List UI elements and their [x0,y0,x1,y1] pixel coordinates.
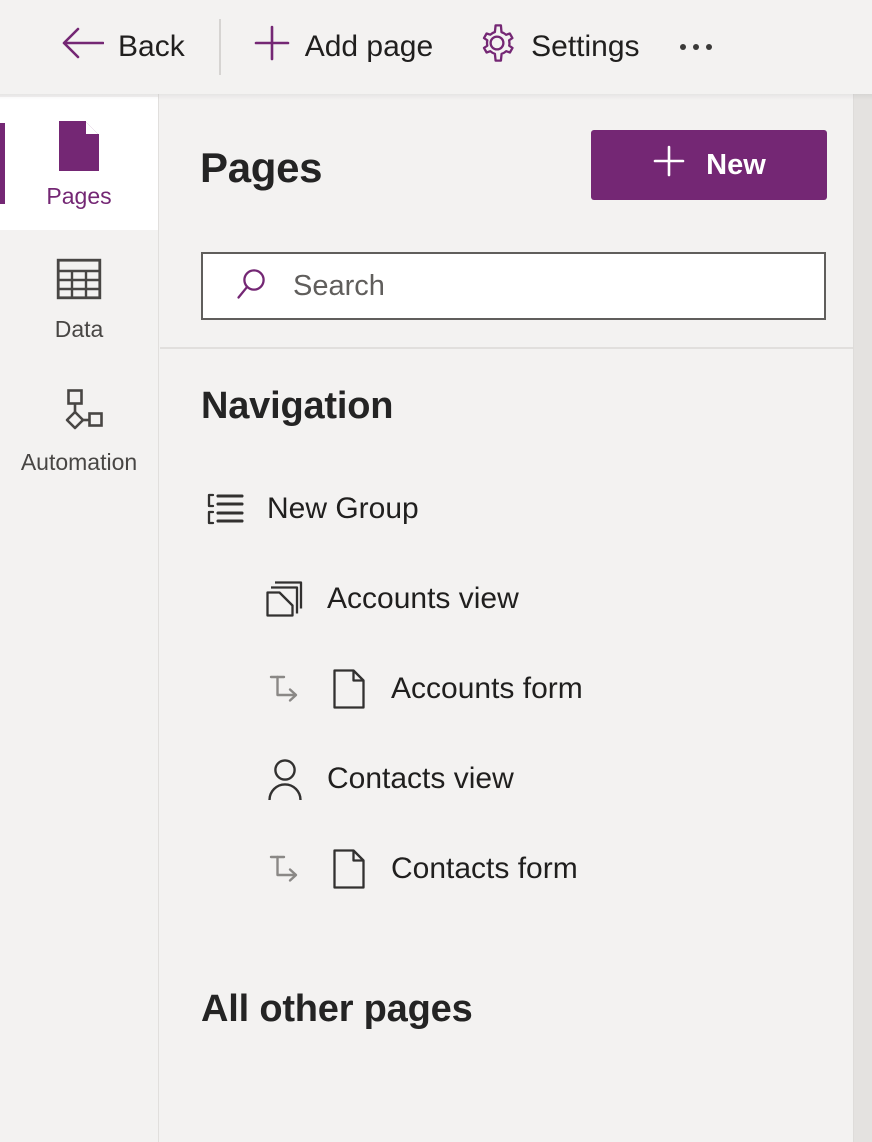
pages-pane: Pages New Navigation [160,94,872,1142]
tree-item-label: Accounts view [327,582,519,615]
sidebar-item-label: Automation [20,449,138,475]
search-box[interactable] [201,252,826,320]
sidebar-item-label: Pages [46,183,112,209]
arrow-left-icon [60,26,105,68]
add-page-button[interactable]: Add page [245,18,441,76]
document-icon [327,848,371,890]
ellipsis-icon [692,44,699,50]
vertical-scrollbar[interactable] [853,94,872,1142]
sub-level-arrow-icon [263,673,307,705]
page-icon [56,119,102,173]
back-button[interactable]: Back [52,20,193,74]
toolbar-separator [218,19,221,75]
navigation-section: Navigation New Group Accounts view Accou… [160,349,872,914]
navigation-heading: Navigation [201,385,394,427]
all-other-pages-section: All other pages [160,914,872,1031]
tree-item-contacts-view[interactable]: Contacts view [201,734,872,824]
sidebar-item-pages[interactable]: Pages [0,97,158,230]
flow-icon [54,385,104,439]
tree-item-label: Accounts form [391,672,583,705]
search-input[interactable] [293,269,773,303]
search-icon [235,267,269,306]
plus-icon [652,144,686,186]
contact-person-icon [263,758,307,800]
sub-level-arrow-icon [263,853,307,885]
tree-item-accounts-view[interactable]: Accounts view [201,554,872,644]
navigation-tree: New Group Accounts view Accounts form Co… [201,464,872,914]
all-other-pages-heading: All other pages [201,988,473,1030]
tree-item-label: Contacts form [391,852,578,885]
pages-header: Pages New [160,94,872,349]
tree-item-accounts-form[interactable]: Accounts form [201,644,872,734]
views-stack-icon [263,579,307,619]
group-list-icon [203,492,247,526]
page-title: Pages [200,144,323,191]
settings-label: Settings [531,30,640,63]
tree-item-label: New Group [267,492,419,525]
tree-item-new-group[interactable]: New Group [201,464,872,554]
new-button[interactable]: New [591,130,827,200]
document-icon [327,668,371,710]
tree-item-contacts-form[interactable]: Contacts form [201,824,872,914]
sidebar-item-data[interactable]: Data [0,230,158,363]
plus-icon [253,24,291,70]
sidebar-item-automation[interactable]: Automation [0,363,158,496]
settings-button[interactable]: Settings [469,17,647,77]
back-label: Back [118,30,185,63]
table-icon [56,252,102,306]
new-button-label: New [706,148,766,181]
tree-item-label: Contacts view [327,762,514,795]
ellipsis-icon [705,44,712,50]
gear-icon [477,23,517,71]
top-toolbar: Back Add page Settings [0,0,872,100]
more-commands-button[interactable] [670,30,722,64]
ellipsis-icon [679,44,686,50]
sidebar-item-label: Data [54,316,104,342]
add-page-label: Add page [304,30,434,63]
left-rail: Pages Data Automation [0,94,159,1142]
